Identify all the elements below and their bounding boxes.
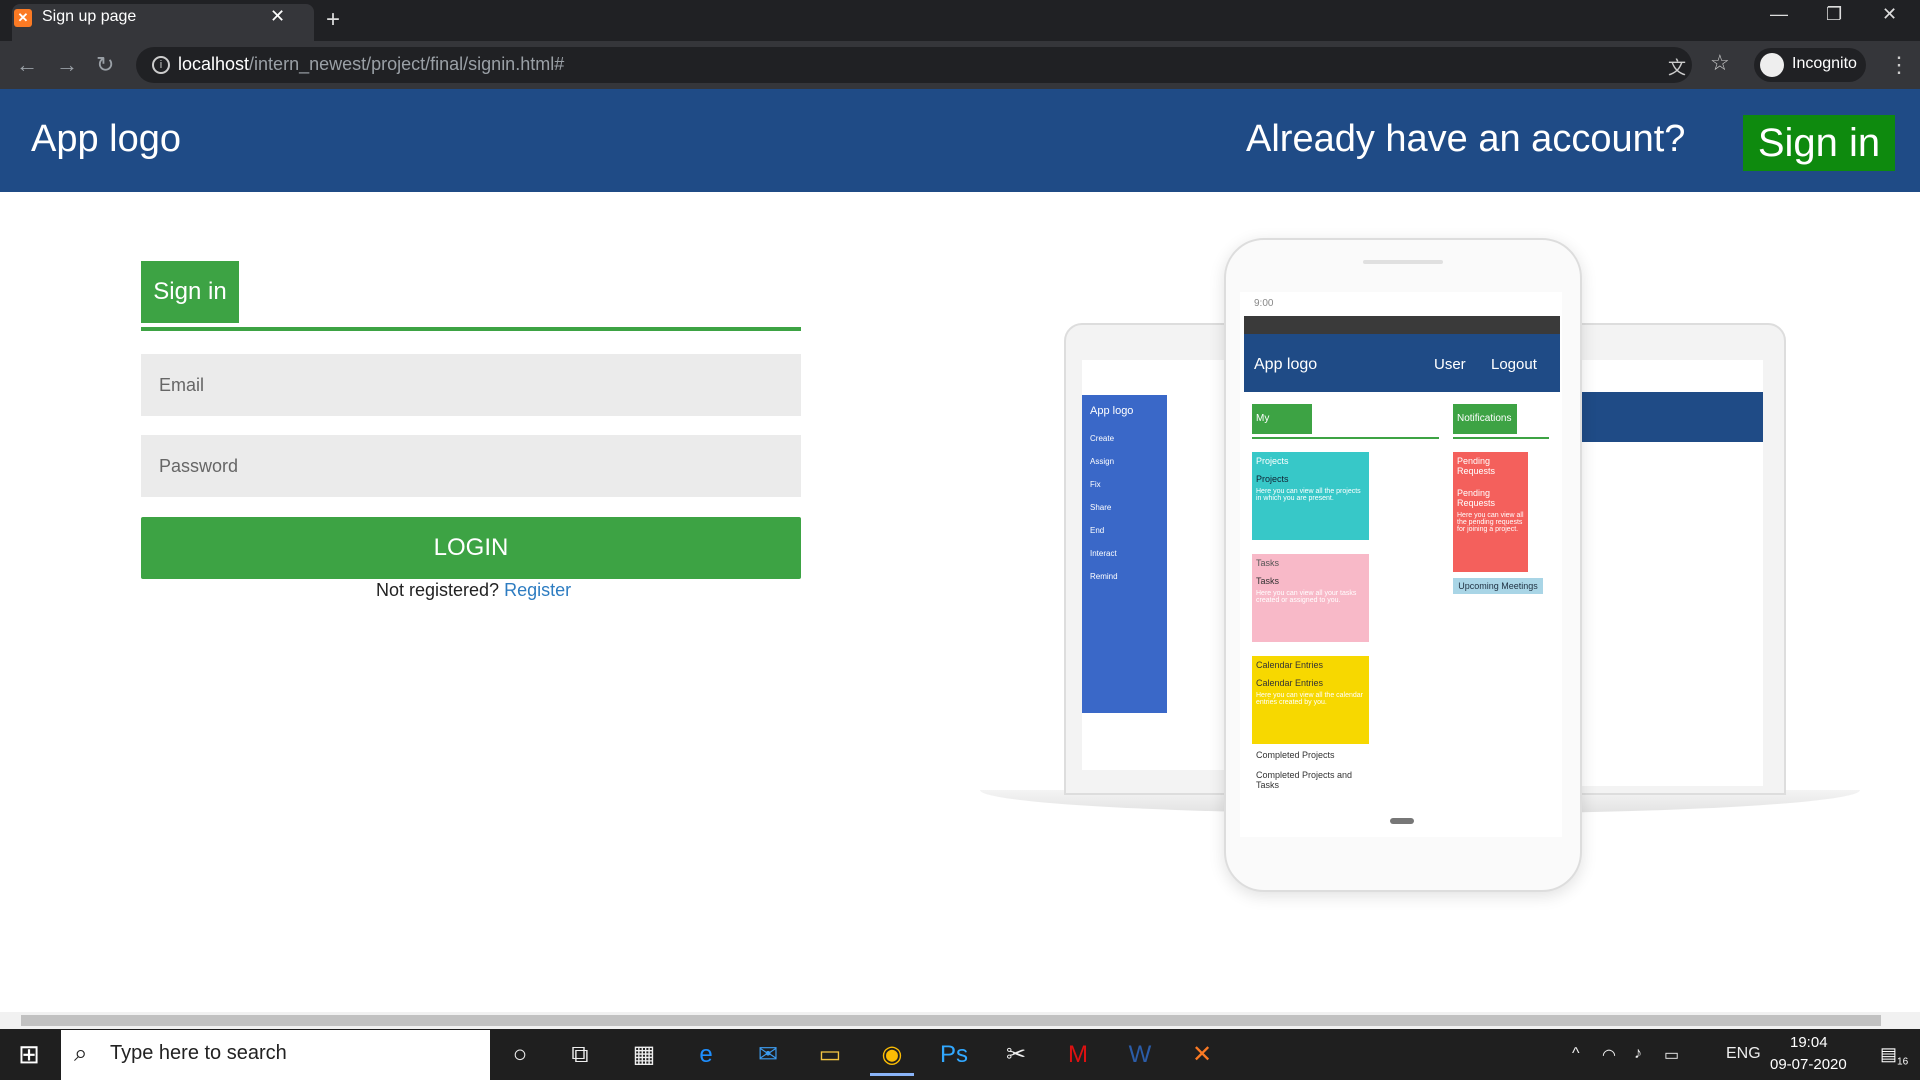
browser-menu-icon[interactable]: ⋮ (1888, 52, 1910, 78)
file-explorer-icon[interactable]: ▭ (808, 1034, 852, 1076)
translate-icon[interactable]: 文 (1668, 54, 1686, 80)
reload-icon[interactable]: ↻ (96, 52, 114, 78)
photoshop-icon[interactable]: Ps (932, 1034, 976, 1076)
chrome-icon[interactable]: ◉ (870, 1034, 914, 1076)
language-indicator[interactable]: ENG (1726, 1045, 1761, 1063)
register-prompt: Not registered? Register (376, 580, 571, 601)
mock-projects-card: Projects Projects Here you can view all … (1252, 452, 1369, 540)
mcafee-icon[interactable]: M (1056, 1034, 1100, 1076)
app-logo[interactable]: App logo (31, 118, 181, 161)
task-view-icon[interactable]: ⧉ (558, 1034, 602, 1076)
mock-sidebar-item: Fix (1090, 480, 1101, 489)
phone-home-indicator (1390, 818, 1414, 824)
mock-notifications-tab: Notifications (1453, 404, 1517, 434)
phone-speaker (1363, 260, 1443, 264)
mock-calendar-card: Calendar Entries Calendar Entries Here y… (1252, 656, 1369, 744)
mail-icon[interactable]: ✉ (746, 1034, 790, 1076)
cortana-icon[interactable]: ○ (498, 1034, 542, 1076)
mock-meetings-bar: Upcoming Meetings (1453, 578, 1543, 594)
email-field[interactable] (141, 354, 801, 416)
url-text[interactable]: localhost/intern_newest/project/final/si… (178, 54, 564, 75)
card-title: Completed Projects and Tasks (1256, 770, 1353, 790)
mock-sidebar-item: Create (1090, 434, 1115, 443)
card-header: Completed Projects (1256, 750, 1335, 760)
site-info-icon[interactable]: i (152, 56, 170, 74)
password-field[interactable] (141, 435, 801, 497)
phone-user-label: User (1434, 356, 1466, 373)
mock-sidebar-item: Remind (1090, 572, 1118, 581)
tab-title: Sign up page (42, 8, 137, 25)
xampp-icon[interactable]: ✕ (1180, 1034, 1224, 1076)
card-title: Pending Requests (1457, 488, 1496, 508)
tab-underline (141, 327, 801, 331)
search-icon: ⌕ (74, 1040, 88, 1067)
volume-icon[interactable]: ♪ (1634, 1045, 1642, 1063)
mock-app-logo: App logo (1090, 405, 1134, 417)
login-button[interactable]: LOGIN (141, 517, 801, 579)
windows-start-icon[interactable]: ⊞ (0, 1029, 58, 1080)
account-prompt: Already have an account? (1246, 118, 1686, 160)
card-header: Projects (1256, 456, 1289, 466)
battery-icon[interactable]: ▭ (1664, 1045, 1679, 1065)
card-header: Calendar Entries (1256, 660, 1324, 670)
phone-address-bar (1244, 316, 1560, 334)
card-header: Tasks (1256, 558, 1280, 568)
register-prompt-text: Not registered? (376, 580, 500, 600)
mock-sidebar-item: Interact (1090, 549, 1117, 558)
store-icon[interactable]: ▦ (622, 1034, 666, 1076)
mock-sidebar-item: Assign (1090, 457, 1115, 466)
card-header: Pending Requests (1457, 456, 1496, 476)
window-close-icon[interactable]: ✕ (1882, 4, 1897, 25)
phone-app-logo: App logo (1254, 356, 1318, 373)
profile-label: Incognito (1792, 55, 1857, 72)
edge-icon[interactable]: e (684, 1034, 728, 1076)
mock-right-header (1578, 392, 1763, 442)
signin-tab[interactable]: Sign in (141, 261, 239, 323)
clock-time[interactable]: 19:04 (1790, 1034, 1828, 1051)
card-text: Here you can view all the projects in wh… (1256, 488, 1361, 502)
card-text: Here you can view all your tasks created… (1256, 590, 1357, 604)
snip-icon[interactable]: ✂ (994, 1034, 1038, 1076)
bookmark-star-icon[interactable]: ☆ (1710, 50, 1730, 76)
mock-sidebar-item: Share (1090, 503, 1112, 512)
card-title: Calendar Entries (1256, 678, 1324, 688)
card-title: Tasks (1256, 576, 1280, 586)
wifi-icon[interactable]: ◠ (1602, 1045, 1616, 1065)
clock-date[interactable]: 09-07-2020 (1770, 1056, 1847, 1073)
mock-sidebar-list: Create Assign Fix Share End Interact Remind (1082, 427, 1167, 588)
card-text: Here you can view all the pending reques… (1457, 512, 1524, 533)
mock-sidebar: App logo Create Assign Fix Share End Interact… (1082, 395, 1167, 713)
mock-dashboard-tab: My Dashboard (1252, 404, 1312, 454)
scrollbar-thumb[interactable] (21, 1015, 1881, 1026)
notification-center-icon[interactable]: ▤16 (1880, 1044, 1908, 1068)
mock-tasks-card: Tasks Tasks Here you can view all your t… (1252, 554, 1369, 642)
tray-chevron-icon[interactable]: ^ (1572, 1045, 1580, 1063)
taskbar-search-placeholder: Type here to search (110, 1042, 287, 1064)
header-signin-button[interactable]: Sign in (1743, 115, 1895, 171)
notification-count: 16 (1897, 1056, 1909, 1068)
minimize-icon[interactable]: — (1770, 4, 1788, 25)
mock-pending-card: Pending Requests Pending Requests Here y… (1453, 452, 1528, 572)
xampp-favicon-icon: ✕ (14, 9, 32, 27)
card-title: Projects (1256, 474, 1289, 484)
phone-logout-label: Logout (1491, 356, 1537, 373)
mock-completed-card: Completed Projects Completed Projects an… (1252, 746, 1369, 806)
mock-sidebar-item: End (1090, 526, 1105, 535)
phone-time: 9:00 (1254, 298, 1274, 309)
forward-icon[interactable]: → (56, 52, 78, 78)
tab-close-icon[interactable]: ✕ (270, 6, 285, 27)
word-icon[interactable]: W (1118, 1034, 1162, 1076)
new-tab-icon[interactable]: + (326, 6, 340, 34)
mock-notifications-rule (1453, 437, 1549, 439)
restore-icon[interactable]: ❐ (1826, 4, 1842, 25)
back-icon[interactable]: ← (16, 52, 38, 78)
incognito-icon (1760, 53, 1784, 77)
register-link[interactable]: Register (504, 580, 571, 600)
mock-dashboard-rule (1252, 437, 1439, 439)
card-text: Here you can view all the calendar entri… (1256, 692, 1364, 706)
